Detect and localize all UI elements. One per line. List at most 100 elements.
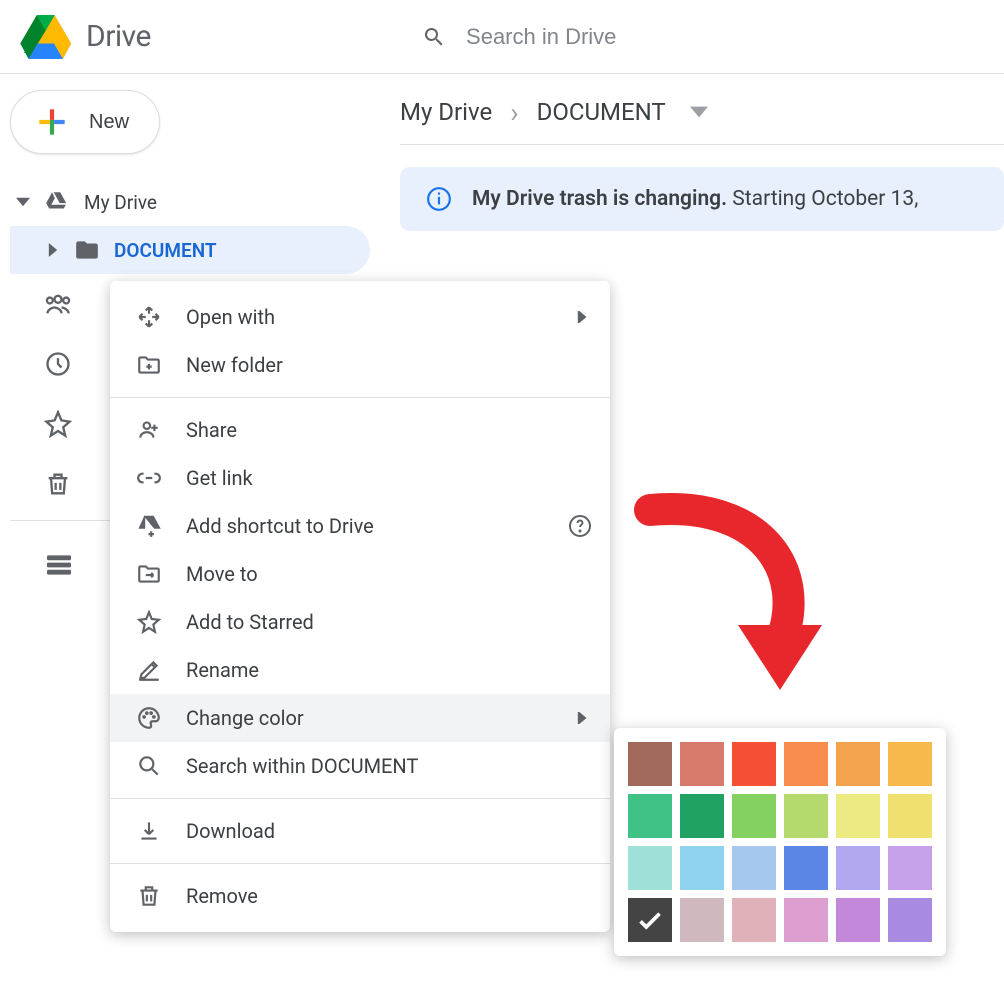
menu-open-with[interactable]: Open with xyxy=(110,293,610,341)
color-swatch[interactable] xyxy=(732,742,776,786)
share-icon xyxy=(136,417,162,443)
main-divider xyxy=(400,144,1004,145)
menu-add-starred[interactable]: Add to Starred xyxy=(110,598,610,646)
menu-separator xyxy=(110,397,610,398)
search-bar[interactable] xyxy=(390,9,1004,65)
breadcrumb-current[interactable]: DOCUMENT xyxy=(537,98,666,126)
menu-separator xyxy=(110,863,610,864)
breadcrumb-root[interactable]: My Drive xyxy=(400,98,492,126)
menu-label: Share xyxy=(186,418,237,442)
color-swatch[interactable] xyxy=(784,898,828,942)
color-swatch[interactable] xyxy=(628,846,672,890)
header: Drive xyxy=(0,0,1004,74)
trash-icon xyxy=(44,470,72,498)
logo-area: Drive xyxy=(20,14,390,60)
context-menu: Open with New folder Share Get link Add … xyxy=(110,281,610,932)
shortcut-icon xyxy=(136,513,162,539)
caret-right-icon xyxy=(46,243,60,257)
color-swatch[interactable] xyxy=(784,846,828,890)
new-button-label: New xyxy=(89,111,129,134)
info-icon xyxy=(426,186,452,212)
new-folder-icon xyxy=(136,352,162,378)
download-icon xyxy=(136,818,162,844)
menu-label: Rename xyxy=(186,658,259,682)
menu-label: Change color xyxy=(186,706,304,730)
color-swatch[interactable] xyxy=(784,794,828,838)
color-swatch[interactable] xyxy=(732,846,776,890)
color-swatch[interactable] xyxy=(628,742,672,786)
menu-label: Add shortcut to Drive xyxy=(186,514,374,538)
chevron-right-icon xyxy=(576,311,588,323)
color-swatch[interactable] xyxy=(680,846,724,890)
color-swatch[interactable] xyxy=(888,794,932,838)
product-name: Drive xyxy=(86,19,151,54)
nav-folder-label: DOCUMENT xyxy=(114,239,217,262)
new-button[interactable]: New xyxy=(10,90,160,154)
open-with-icon xyxy=(136,304,162,330)
color-swatch[interactable] xyxy=(784,742,828,786)
chevron-right-icon xyxy=(576,712,588,724)
plus-icon xyxy=(33,103,71,141)
menu-label: Add to Starred xyxy=(186,610,314,634)
rename-icon xyxy=(136,657,162,683)
menu-label: Move to xyxy=(186,562,258,586)
menu-label: Open with xyxy=(186,305,275,329)
color-swatch[interactable] xyxy=(888,846,932,890)
menu-new-folder[interactable]: New folder xyxy=(110,341,610,389)
color-swatch[interactable] xyxy=(836,794,880,838)
main-area: My Drive › DOCUMENT My Drive trash is ch… xyxy=(400,84,1004,231)
menu-add-shortcut[interactable]: Add shortcut to Drive xyxy=(110,502,610,550)
star-icon xyxy=(44,410,72,438)
color-swatch[interactable] xyxy=(732,898,776,942)
search-input[interactable] xyxy=(466,24,1004,50)
drive-logo-icon xyxy=(20,14,72,60)
color-swatch[interactable] xyxy=(888,898,932,942)
color-swatch[interactable] xyxy=(732,794,776,838)
menu-label: Remove xyxy=(186,884,258,908)
dropdown-caret-icon[interactable] xyxy=(690,106,708,118)
menu-remove[interactable]: Remove xyxy=(110,872,610,920)
info-banner: My Drive trash is changing. Starting Oct… xyxy=(400,167,1004,231)
nav-my-drive[interactable]: My Drive xyxy=(10,178,370,226)
menu-rename[interactable]: Rename xyxy=(110,646,610,694)
palette-icon xyxy=(136,705,162,731)
link-icon xyxy=(136,465,162,491)
menu-move-to[interactable]: Move to xyxy=(110,550,610,598)
color-swatch[interactable] xyxy=(836,898,880,942)
shared-icon xyxy=(44,290,72,318)
drive-icon xyxy=(44,189,70,215)
help-icon[interactable] xyxy=(568,514,592,538)
color-swatch[interactable] xyxy=(628,794,672,838)
color-swatch[interactable] xyxy=(888,742,932,786)
menu-label: Search within DOCUMENT xyxy=(186,754,418,778)
menu-share[interactable]: Share xyxy=(110,406,610,454)
trash-icon xyxy=(136,883,162,909)
color-swatch[interactable] xyxy=(836,846,880,890)
clock-icon xyxy=(44,350,72,378)
banner-text: My Drive trash is changing. Starting Oct… xyxy=(472,187,918,211)
nav-folder-document[interactable]: DOCUMENT xyxy=(10,226,370,274)
color-palette xyxy=(614,728,946,956)
menu-label: Get link xyxy=(186,466,253,490)
color-swatch[interactable] xyxy=(680,794,724,838)
menu-get-link[interactable]: Get link xyxy=(110,454,610,502)
arrow-annotation xyxy=(620,490,840,710)
move-icon xyxy=(136,561,162,587)
search-icon xyxy=(136,753,162,779)
menu-label: New folder xyxy=(186,353,283,377)
folder-icon xyxy=(74,237,100,263)
storage-icon xyxy=(44,553,74,577)
menu-separator xyxy=(110,798,610,799)
color-swatch[interactable] xyxy=(836,742,880,786)
color-swatch[interactable] xyxy=(680,742,724,786)
nav-my-drive-label: My Drive xyxy=(84,191,157,214)
breadcrumb-separator: › xyxy=(510,96,518,129)
menu-label: Download xyxy=(186,819,275,843)
menu-download[interactable]: Download xyxy=(110,807,610,855)
breadcrumb: My Drive › DOCUMENT xyxy=(400,84,1004,140)
color-swatch[interactable] xyxy=(680,898,724,942)
color-swatch[interactable] xyxy=(628,898,672,942)
menu-search-within[interactable]: Search within DOCUMENT xyxy=(110,742,610,790)
menu-change-color[interactable]: Change color xyxy=(110,694,610,742)
star-outline-icon xyxy=(136,609,162,635)
